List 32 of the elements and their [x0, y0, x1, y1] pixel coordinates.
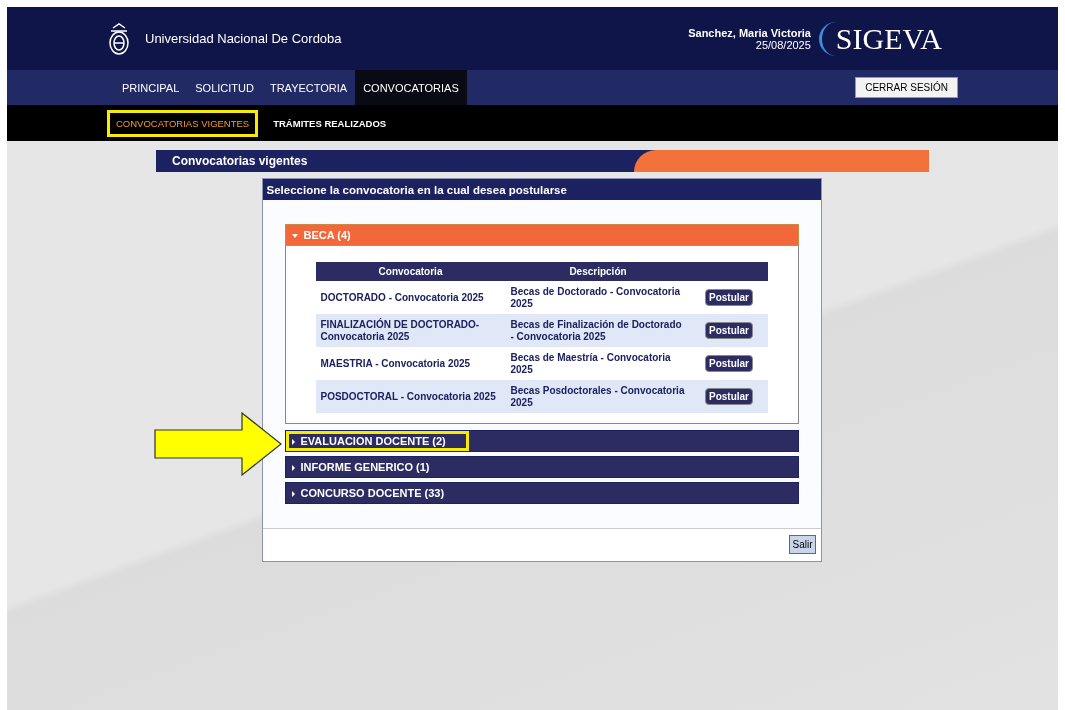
user-name: Sanchez, Maria Victoria — [688, 26, 811, 39]
table-cell: Becas de Finalización de Doctorado - Convocatoria 2025 — [505, 314, 691, 347]
accordion-header[interactable]: INFORME GENERICO (1) — [284, 456, 799, 478]
sub-nav-link[interactable]: CONVOCATORIAS VIGENTES — [107, 109, 259, 137]
column-header[interactable]: Convocatoria — [315, 262, 506, 281]
app-logo: SIGEVA — [818, 21, 948, 56]
accordion-header[interactable]: CONCURSO DOCENTE (33) — [284, 482, 799, 504]
university-name: Universidad Nacional De Cordoba — [145, 31, 342, 46]
panel-title: Seleccione la convocatoria en la cual desea postularse — [266, 183, 567, 196]
apply-button[interactable]: Postular — [705, 289, 753, 306]
table-cell: Becas de Maestría - Convocatoria 2025 — [505, 347, 691, 380]
nav-tab[interactable]: TRAYECTORIA — [261, 70, 356, 105]
nav-tab[interactable]: SOLICITUD — [187, 70, 262, 105]
crest-icon — [107, 21, 131, 56]
table-cell: DOCTORADO - Convocatoria 2025 — [315, 281, 506, 314]
exit-button[interactable]: Salir — [789, 535, 816, 554]
table-cell: Becas de Doctorado - Convocatoria 2025 — [505, 281, 691, 314]
nav-tab[interactable]: CONVOCATORIAS — [355, 70, 467, 105]
table-cell: FINALIZACIÓN DE DOCTORADO- Convocatoria 2025 — [315, 314, 506, 347]
table-cell: Becas Posdoctorales - Convocatoria 2025 — [505, 380, 691, 413]
column-header[interactable]: Descripción — [505, 262, 691, 281]
apply-button[interactable]: Postular — [705, 322, 753, 339]
nav-tab[interactable]: PRINCIPAL — [114, 70, 188, 105]
apply-button[interactable]: Postular — [705, 388, 753, 405]
apply-button[interactable]: Postular — [705, 355, 753, 372]
current-date: 25/08/2025 — [755, 38, 811, 51]
table-cell: MAESTRIA - Convocatoria 2025 — [315, 347, 506, 380]
table-cell: POSDOCTORAL - Convocatoria 2025 — [315, 380, 506, 413]
logout-button[interactable]: CERRAR SESIÓN — [855, 77, 958, 98]
accordion-header[interactable]: EVALUACION DOCENTE (2) — [284, 430, 799, 452]
sub-nav-link[interactable]: TRÁMITES REALIZADOS — [264, 109, 396, 137]
page-title: Convocatorias vigentes — [171, 154, 308, 168]
